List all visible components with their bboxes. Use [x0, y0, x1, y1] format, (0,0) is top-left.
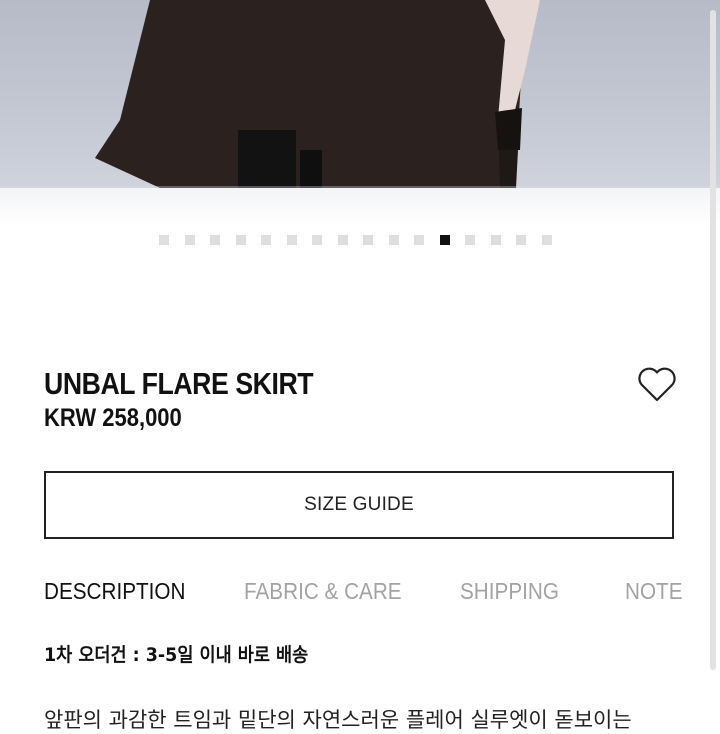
pagination-dot[interactable] [312, 235, 322, 245]
product-title: UNBAL FLARE SKIRT [44, 366, 314, 401]
pagination-dot-active[interactable] [439, 235, 450, 245]
gallery-pagination [159, 235, 552, 245]
scrollbar[interactable] [710, 10, 716, 670]
description-text: 앞판의 과감한 트임과 밑단의 자연스러운 플레어 실루엣이 돋보이는 [44, 708, 632, 732]
pagination-dot[interactable] [337, 235, 348, 245]
tab-note[interactable]: NOTE [625, 578, 683, 605]
tab-shipping[interactable]: SHIPPING [460, 578, 559, 605]
product-price: KRW 258,000 [44, 404, 182, 432]
tab-fabric-care[interactable]: FABRIC & CARE [244, 578, 402, 605]
image-bottom-fade [0, 186, 720, 226]
size-guide-button[interactable]: SIZE GUIDE [44, 471, 674, 539]
pagination-dot[interactable] [184, 235, 195, 245]
pagination-dot[interactable] [388, 235, 399, 245]
pagination-dot[interactable] [363, 235, 373, 245]
pagination-dot[interactable] [286, 235, 297, 245]
tab-description[interactable]: DESCRIPTION [44, 578, 185, 605]
pagination-dot[interactable] [541, 235, 552, 245]
pagination-dot[interactable] [261, 235, 271, 245]
pagination-dot[interactable] [516, 235, 526, 245]
pagination-dot[interactable] [159, 235, 169, 245]
product-photo-illustration [95, 0, 540, 188]
pagination-dot[interactable] [210, 235, 220, 245]
product-image[interactable] [0, 0, 720, 188]
pagination-dot[interactable] [465, 235, 475, 245]
pagination-dot[interactable] [235, 235, 246, 245]
pagination-dot[interactable] [490, 235, 501, 245]
shipping-notice: 1차 오더건 : 3-5일 이내 바로 배송 [44, 644, 309, 666]
pagination-dot[interactable] [414, 235, 424, 245]
product-info-tabs: DESCRIPTION FABRIC & CARE SHIPPING NOTE [0, 578, 720, 614]
heart-outline-icon[interactable] [636, 364, 678, 404]
